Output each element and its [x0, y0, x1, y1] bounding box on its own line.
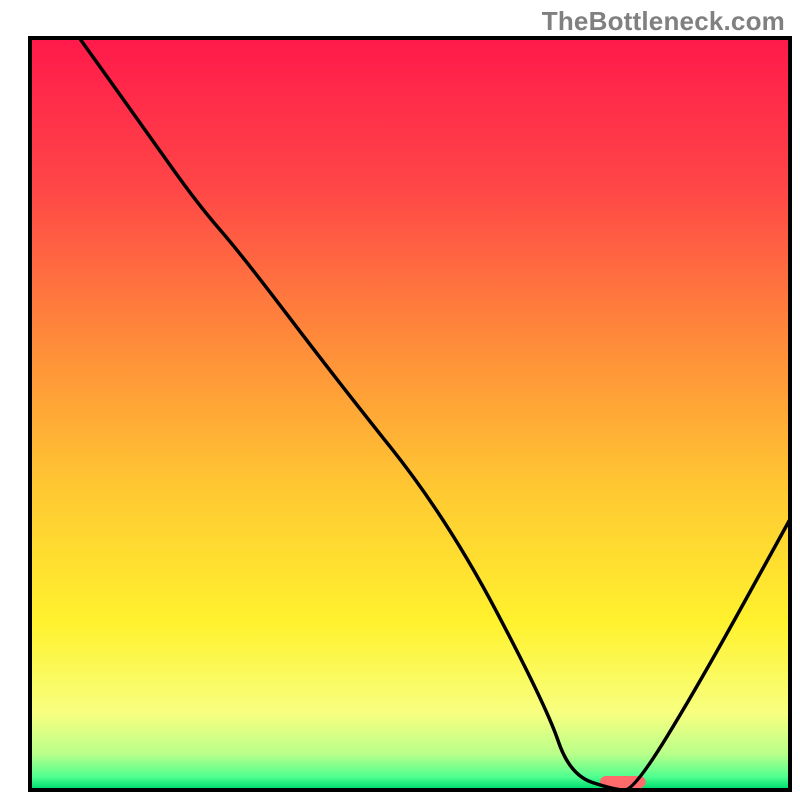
plot-background — [32, 40, 788, 788]
watermark-text: TheBottleneck.com — [542, 6, 785, 37]
chart-canvas — [0, 0, 800, 800]
bottleneck-chart: TheBottleneck.com — [0, 0, 800, 800]
